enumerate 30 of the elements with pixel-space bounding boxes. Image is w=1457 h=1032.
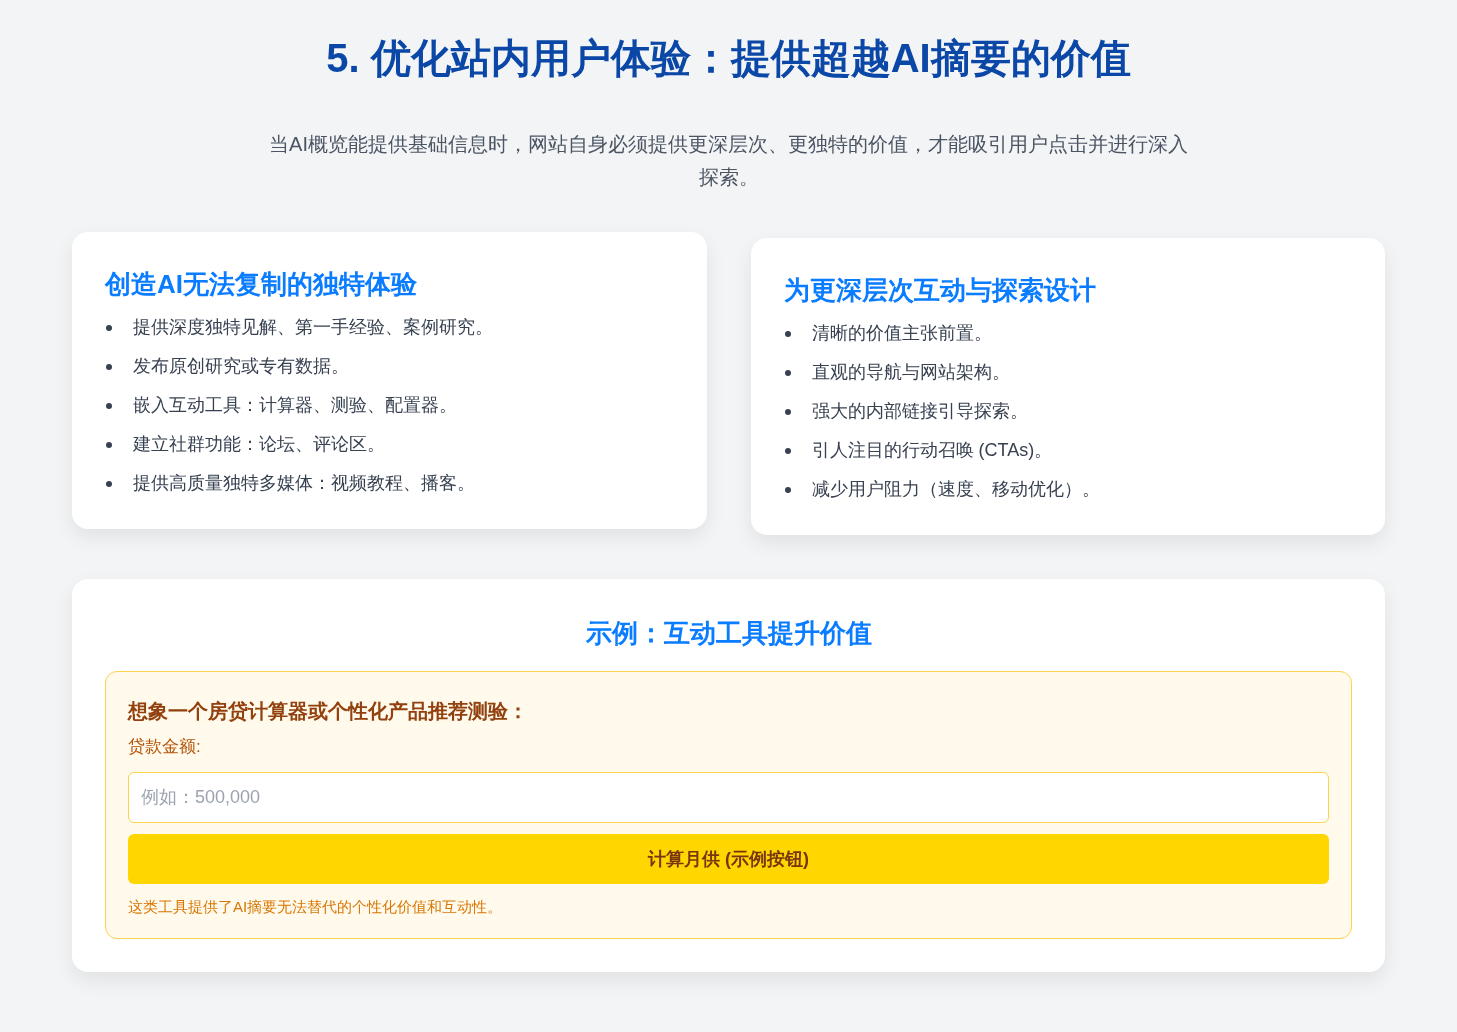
bullet-icon	[784, 447, 791, 454]
example-heading: 示例：互动工具提升价值	[585, 617, 872, 650]
field-label: 贷款金额:	[128, 736, 202, 758]
calculate-button[interactable]: 计算月供 (示例按钮)	[128, 834, 1329, 884]
bullet-icon	[106, 441, 112, 448]
bullet-icon	[784, 330, 791, 337]
bullet-icon	[784, 408, 791, 415]
list-item-text: 发布原创研究或专有数据。	[133, 355, 349, 378]
list-item-text: 提供高质量独特多媒体：视频教程、播客。	[133, 472, 475, 495]
bullet-icon	[106, 324, 112, 331]
list-item-text: 嵌入互动工具：计算器、测验、配置器。	[133, 394, 457, 417]
bullet-icon	[784, 369, 791, 376]
bullet-icon	[106, 363, 112, 370]
bullet-icon	[784, 486, 791, 493]
list-item-text: 引人注目的行动召唤 (CTAs)。	[811, 439, 1053, 462]
list-item-text: 减少用户阻力（速度、移动优化）。	[811, 478, 1100, 501]
card-heading: 为更深层次互动与探索设计	[783, 274, 1097, 307]
list-item-text: 建立社群功能：论坛、评论区。	[133, 433, 385, 456]
list-item-text: 直观的导航与网站架构。	[811, 361, 1010, 384]
bullet-icon	[106, 402, 112, 409]
page-title: 5. 优化站内用户体验：提供超越AI摘要的价值	[326, 35, 1131, 82]
list-item-text: 强大的内部链接引导探索。	[811, 400, 1028, 423]
list-item-text: 清晰的价值主张前置。	[811, 322, 992, 345]
bullet-icon	[106, 480, 112, 487]
note-text: 这类工具提供了AI摘要无法替代的个性化价值和互动性。	[128, 897, 504, 917]
card-heading: 创造AI无法复制的独特体验	[105, 268, 418, 301]
loan-amount-field[interactable]: 例如：500,000	[128, 772, 1329, 823]
intro-paragraph: 当AI概览能提供基础信息时，网站自身必须提供更深层次、更独特的价值，才能吸引用户点击并进行深入探索。	[268, 132, 1189, 190]
list-item-text: 提供深度独特见解、第一手经验、案例研究。	[133, 316, 493, 339]
example-box-title: 想象一个房贷计算器或个性化产品推荐测验：	[128, 699, 529, 724]
